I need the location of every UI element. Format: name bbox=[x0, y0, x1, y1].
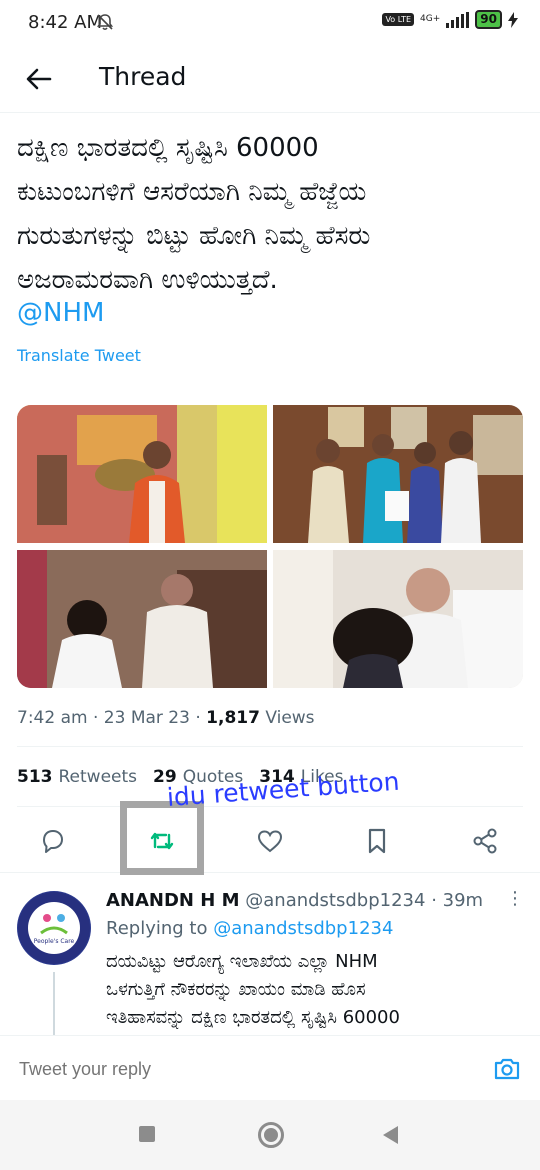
reply-author[interactable]: ANANDN H M @anandstsdbp1234 · 39m bbox=[106, 890, 483, 911]
reply-icon[interactable] bbox=[38, 826, 68, 856]
photo-image bbox=[273, 405, 523, 543]
retweets-count: 513 bbox=[17, 767, 53, 787]
reply-author-name: ANANDN H M bbox=[106, 890, 240, 911]
like-icon[interactable] bbox=[255, 826, 285, 856]
tweet-photo[interactable] bbox=[273, 550, 523, 688]
network-type: 4G+ bbox=[420, 14, 441, 24]
more-icon[interactable]: ⋮ bbox=[506, 888, 524, 909]
retweets-stat[interactable]: 513 Retweets bbox=[17, 767, 137, 787]
back-icon[interactable] bbox=[383, 1126, 398, 1144]
tweet-text-line: ಗುರುತುಗಳನ್ನು ಬಿಟ್ಟು ಹೋಗಿ ನಿಮ್ಮ ಹೆಸರು bbox=[17, 221, 371, 251]
status-time: 8:42 AM bbox=[28, 12, 102, 33]
back-arrow-icon[interactable] bbox=[24, 64, 54, 94]
header: Thread bbox=[0, 48, 540, 113]
signal-icon bbox=[446, 11, 470, 28]
tweet-text: ದಕ್ಷಿಣ ಭಾರತದಲ್ಲಿ ಸೃಷ್ಟಿಸಿ 60000 ಕುಟುಂಬಗಳ… bbox=[17, 126, 527, 302]
reply-age: 39m bbox=[442, 890, 484, 911]
tweet-text-line: ದಕ್ಷಿಣ ಭಾರತದಲ್ಲಿ ಸೃಷ್ಟಿಸಿ 60000 bbox=[17, 133, 319, 163]
annotation-highlight-box bbox=[120, 801, 204, 875]
tweet-meta: 7:42 am · 23 Mar 23 · 1,817 Views bbox=[17, 708, 315, 728]
retweets-label: Retweets bbox=[58, 767, 138, 787]
replying-prefix: Replying to bbox=[106, 918, 208, 939]
tweet-date: 23 Mar 23 bbox=[103, 708, 190, 728]
divider bbox=[17, 746, 523, 747]
translate-tweet-link[interactable]: Translate Tweet bbox=[17, 346, 141, 365]
home-icon[interactable] bbox=[258, 1122, 284, 1148]
photo-image bbox=[17, 550, 267, 688]
status-bar: 8:42 AM Vo LTE 4G+ 90 bbox=[0, 0, 540, 48]
muted-bell-icon bbox=[96, 14, 114, 31]
reply-text-line: ಒಳಗುತ್ತಿಗೆ ನೌಕರರನ್ನು ಖಾಯಂ ಮಾಡಿ ಹೊಸ bbox=[106, 979, 366, 1000]
recents-icon[interactable] bbox=[139, 1126, 155, 1142]
views-count: 1,817 bbox=[206, 708, 260, 728]
views-label: Views bbox=[265, 708, 315, 728]
battery-icon: 90 bbox=[475, 10, 502, 29]
avatar-caption: People's Care bbox=[34, 938, 75, 945]
replying-to-link[interactable]: @anandstsdbp1234 bbox=[213, 918, 393, 939]
volte-badge: Vo LTE bbox=[382, 13, 415, 26]
reply-text-line: ಇತಿಹಾಸವನ್ನು ದಕ್ಷಿಣ ಭಾರತದಲ್ಲಿ ಸೃಷ್ಟಿಸಿ 60… bbox=[106, 1007, 400, 1028]
reply-input[interactable] bbox=[17, 1058, 421, 1081]
system-nav-bar bbox=[0, 1100, 540, 1170]
avatar[interactable]: People's Care bbox=[17, 891, 91, 965]
share-icon[interactable] bbox=[470, 826, 500, 856]
camera-icon[interactable] bbox=[492, 1054, 522, 1084]
tweet-photo[interactable] bbox=[17, 405, 267, 543]
reply-composer bbox=[0, 1035, 540, 1100]
bookmark-icon[interactable] bbox=[362, 826, 392, 856]
photo-image bbox=[17, 405, 267, 543]
reply-text-line: ದಯವಿಟ್ಟು ಆರೋಗ್ಯ ಇಲಾಖೆಯ ಎಲ್ಲಾ NHM bbox=[106, 951, 378, 972]
replying-to: Replying to @anandstsdbp1234 bbox=[106, 918, 393, 939]
page-title: Thread bbox=[99, 62, 187, 91]
divider bbox=[17, 806, 523, 807]
reply-author-handle: @anandstsdbp1234 bbox=[245, 890, 426, 911]
reply-text: ದಯವಿಟ್ಟು ಆರೋಗ್ಯ ಇಲಾಖೆಯ ಎಲ್ಲಾ NHM ಒಳಗುತ್ತ… bbox=[106, 948, 516, 1034]
divider bbox=[0, 872, 540, 873]
tweet-text-line: ಕುಟುಂಬಗಳಿಗೆ ಆಸರೆಯಾಗಿ ನಿಮ್ಮ ಹೆಜ್ಜೆಯ bbox=[17, 177, 367, 207]
tweet-photo[interactable] bbox=[273, 405, 523, 543]
avatar-logo-icon: People's Care bbox=[18, 892, 90, 964]
mention-link[interactable]: @NHM bbox=[17, 298, 104, 328]
tweet-photo[interactable] bbox=[17, 550, 267, 688]
tweet-actions bbox=[0, 818, 540, 868]
charging-icon bbox=[508, 11, 518, 28]
status-icons: Vo LTE 4G+ 90 bbox=[382, 10, 518, 29]
tweet-time: 7:42 am bbox=[17, 708, 88, 728]
thread-connector bbox=[53, 972, 55, 1038]
photo-image bbox=[273, 550, 523, 688]
tweet-text-line: ಅಜರಾಮರವಾಗಿ ಉಳಿಯುತ್ತದೆ. bbox=[17, 265, 278, 295]
